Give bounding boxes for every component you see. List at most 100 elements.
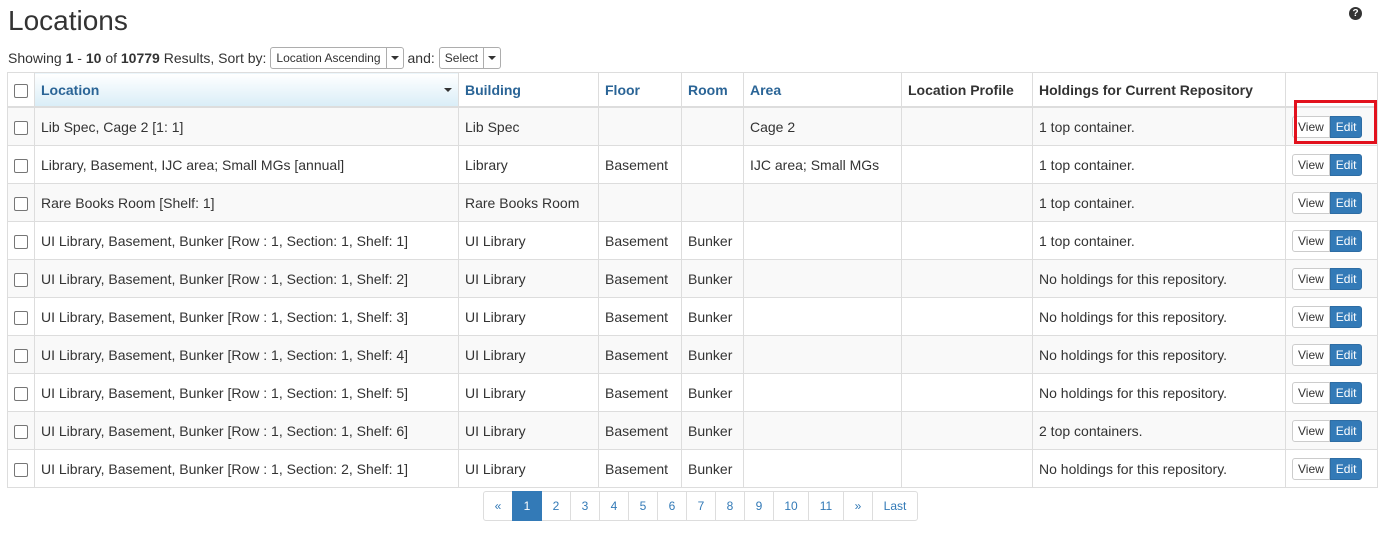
cell-holdings: No holdings for this repository. (1032, 259, 1286, 298)
edit-button[interactable]: Edit (1329, 191, 1363, 214)
row-actions: View Edit (1285, 449, 1378, 488)
cell-location: UI Library, Basement, Bunker [Row : 1, S… (34, 411, 459, 450)
last-page-link[interactable]: Last (872, 491, 918, 521)
edit-button[interactable]: Edit (1329, 305, 1363, 328)
row-actions: View Edit (1285, 373, 1378, 412)
row-select-cell (7, 373, 35, 412)
row-actions: View Edit (1285, 297, 1378, 336)
column-header-actions (1285, 72, 1378, 108)
column-header-room[interactable]: Room (681, 72, 744, 108)
page-link[interactable]: 8 (715, 491, 745, 521)
edit-button[interactable]: Edit (1329, 153, 1363, 176)
cell-room: Bunker (681, 411, 744, 450)
secondary-sort-dropdown-value: Select (444, 51, 479, 65)
and-label: and: (407, 50, 435, 66)
table-row: UI Library, Basement, Bunker [Row : 1, S… (7, 411, 1378, 450)
edit-button[interactable]: Edit (1329, 343, 1363, 366)
cell-floor: Basement (598, 145, 682, 184)
page-link[interactable]: 11 (808, 491, 844, 521)
row-checkbox[interactable] (14, 158, 28, 173)
cell-profile (901, 373, 1033, 412)
page-link[interactable]: 2 (541, 491, 571, 521)
edit-button[interactable]: Edit (1329, 419, 1363, 442)
range-end: 10 (85, 50, 102, 66)
cell-area (743, 297, 902, 336)
cell-holdings: No holdings for this repository. (1032, 335, 1286, 374)
cell-building: UI Library (458, 411, 599, 450)
chevron-down-icon[interactable] (385, 48, 403, 68)
row-checkbox[interactable] (14, 310, 28, 325)
secondary-sort-dropdown[interactable]: Select (438, 47, 502, 69)
cell-area (743, 373, 902, 412)
edit-button[interactable]: Edit (1329, 381, 1363, 404)
cell-area (743, 183, 902, 222)
question-circle-icon[interactable]: ? (1349, 7, 1362, 20)
row-select-cell (7, 106, 35, 146)
row-checkbox[interactable] (14, 272, 28, 287)
edit-button[interactable]: Edit (1329, 457, 1363, 480)
select-all-checkbox[interactable] (14, 83, 28, 98)
table-row: UI Library, Basement, Bunker [Row : 1, S… (7, 297, 1378, 336)
next-page-link[interactable]: » (843, 491, 873, 521)
page-link[interactable]: 6 (657, 491, 687, 521)
page-link[interactable]: 4 (599, 491, 629, 521)
row-actions: View Edit (1285, 259, 1378, 298)
sort-dropdown[interactable]: Location Ascending (270, 47, 404, 69)
cell-area: IJC area; Small MGs (743, 145, 902, 184)
page-link[interactable]: 7 (686, 491, 716, 521)
table-row: Rare Books Room [Shelf: 1] Rare Books Roo… (7, 183, 1378, 222)
column-header-label: Location (41, 81, 100, 98)
chevron-down-icon[interactable] (483, 48, 500, 68)
locations-table: Location Building Floor Room Area Locati… (7, 72, 1378, 488)
row-checkbox[interactable] (14, 348, 28, 363)
row-checkbox[interactable] (14, 424, 28, 439)
of-label: of (105, 50, 117, 66)
cell-profile (901, 297, 1033, 336)
cell-holdings: No holdings for this repository. (1032, 297, 1286, 336)
page-link[interactable]: 5 (628, 491, 658, 521)
row-select-cell (7, 259, 35, 298)
page-link[interactable]: 1 (512, 491, 542, 521)
cell-building: Lib Spec (458, 106, 599, 146)
view-button[interactable]: View (1292, 419, 1330, 442)
view-button[interactable]: View (1292, 229, 1330, 252)
column-header-area[interactable]: Area (743, 72, 902, 108)
cell-area (743, 411, 902, 450)
page-link[interactable]: 10 (773, 491, 809, 521)
cell-holdings: 2 top containers. (1032, 411, 1286, 450)
row-checkbox[interactable] (14, 196, 28, 211)
view-button[interactable]: View (1292, 267, 1330, 290)
view-button[interactable]: View (1292, 343, 1330, 366)
cell-holdings: No holdings for this repository. (1032, 449, 1286, 488)
view-button[interactable]: View (1292, 153, 1330, 176)
view-button[interactable]: View (1292, 305, 1330, 328)
sort-dropdown-value: Location Ascending (276, 51, 381, 65)
column-header-building[interactable]: Building (458, 72, 599, 108)
row-select-cell (7, 449, 35, 488)
row-checkbox[interactable] (14, 462, 28, 477)
table-row: Lib Spec, Cage 2 [1: 1] Lib Spec Cage 2 1 t… (7, 106, 1378, 146)
view-button[interactable]: View (1292, 457, 1330, 480)
cell-holdings: 1 top container. (1032, 221, 1286, 260)
cell-location: UI Library, Basement, Bunker [Row : 1, S… (34, 221, 459, 260)
table-row: UI Library, Basement, Bunker [Row : 1, S… (7, 449, 1378, 488)
edit-button[interactable]: Edit (1329, 267, 1363, 290)
page-link[interactable]: 9 (744, 491, 774, 521)
cell-profile (901, 449, 1033, 488)
edit-button[interactable]: Edit (1329, 229, 1363, 252)
row-select-cell (7, 335, 35, 374)
column-header-location[interactable]: Location (34, 72, 459, 108)
page-link[interactable]: 3 (570, 491, 600, 521)
column-header-floor[interactable]: Floor (598, 72, 682, 108)
edit-button[interactable]: Edit (1329, 115, 1363, 138)
view-button[interactable]: View (1292, 381, 1330, 404)
cell-floor: Basement (598, 221, 682, 260)
row-checkbox[interactable] (14, 386, 28, 401)
previous-page-link[interactable]: « (483, 491, 513, 521)
row-checkbox[interactable] (14, 120, 28, 135)
cell-floor: Basement (598, 411, 682, 450)
row-checkbox[interactable] (14, 234, 28, 249)
view-button[interactable]: View (1292, 115, 1330, 138)
view-button[interactable]: View (1292, 191, 1330, 214)
cell-holdings: 1 top container. (1032, 145, 1286, 184)
